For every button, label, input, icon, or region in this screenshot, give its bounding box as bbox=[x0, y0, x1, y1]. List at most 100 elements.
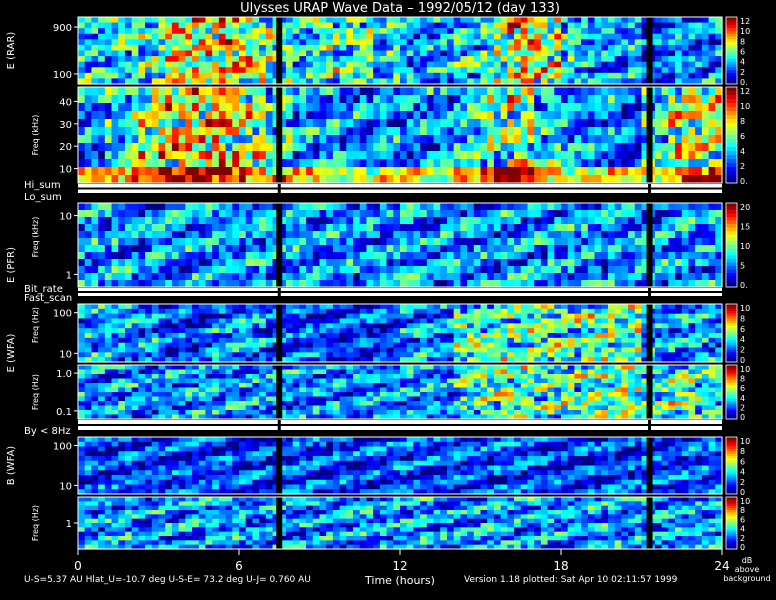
heatmap-cell bbox=[299, 313, 307, 320]
heatmap-cell bbox=[373, 87, 381, 96]
heatmap-cell bbox=[151, 224, 160, 232]
heatmap-cell bbox=[379, 175, 388, 184]
heatmap-cell bbox=[118, 39, 126, 46]
heatmap-cell bbox=[561, 159, 569, 168]
heatmap-cell bbox=[265, 28, 274, 35]
heatmap-cell bbox=[165, 238, 173, 246]
heatmap-cell bbox=[393, 323, 401, 329]
heatmap-cell bbox=[440, 266, 448, 274]
heatmap-cell bbox=[332, 50, 341, 57]
heatmap-cell bbox=[185, 378, 193, 384]
heatmap-cell bbox=[118, 396, 126, 402]
heatmap-cell bbox=[118, 72, 126, 80]
heatmap-cell bbox=[527, 352, 535, 358]
heatmap-cell bbox=[98, 318, 106, 324]
heatmap-cell bbox=[701, 245, 710, 253]
heatmap-cell bbox=[701, 313, 710, 320]
heatmap-cell bbox=[131, 273, 139, 281]
heatmap-cell bbox=[567, 333, 576, 339]
heatmap-cell bbox=[91, 374, 99, 380]
heatmap-cell bbox=[285, 50, 294, 57]
heatmap-cell bbox=[614, 203, 622, 211]
heatmap-cell bbox=[151, 67, 160, 74]
heatmap-cell bbox=[212, 323, 220, 329]
heatmap-cell bbox=[138, 323, 146, 329]
heatmap-cell bbox=[688, 333, 696, 339]
heatmap-cell bbox=[668, 44, 676, 52]
heatmap-cell bbox=[420, 273, 428, 281]
heatmap-cell bbox=[265, 231, 274, 239]
heatmap-cell bbox=[306, 28, 314, 35]
heatmap-cell bbox=[406, 50, 415, 57]
heatmap-cell bbox=[78, 175, 86, 184]
heatmap-cell bbox=[688, 39, 696, 46]
heatmap-cell bbox=[621, 44, 629, 52]
heatmap-cell bbox=[547, 280, 555, 288]
heatmap-cell bbox=[681, 245, 690, 253]
heatmap-cell bbox=[594, 333, 602, 339]
heatmap-cell bbox=[527, 67, 535, 74]
heatmap-cell bbox=[607, 151, 616, 160]
heatmap-cell bbox=[259, 224, 267, 232]
heatmap-cell bbox=[91, 159, 99, 168]
heatmap-cell bbox=[493, 50, 502, 57]
heatmap-cell bbox=[400, 28, 408, 35]
heatmap-cell bbox=[225, 308, 233, 315]
heatmap-cell bbox=[587, 28, 596, 35]
heatmap-cell bbox=[138, 56, 146, 63]
heatmap-cell bbox=[265, 308, 274, 315]
heatmap-cell bbox=[78, 167, 86, 176]
heatmap-cell bbox=[634, 143, 643, 152]
heatmap-cell bbox=[111, 313, 119, 320]
heatmap-cell bbox=[695, 238, 703, 246]
heatmap-cell bbox=[353, 33, 361, 40]
heatmap-cell bbox=[158, 252, 166, 260]
heatmap-cell bbox=[171, 374, 180, 380]
heatmap-cell bbox=[312, 203, 321, 211]
heatmap-cell bbox=[359, 304, 368, 310]
heatmap-cell bbox=[346, 217, 354, 225]
heatmap-cell bbox=[621, 103, 629, 112]
heatmap-cell bbox=[607, 280, 616, 288]
heatmap-cell bbox=[165, 337, 173, 344]
heatmap-cell bbox=[534, 313, 542, 320]
heatmap-cell bbox=[145, 17, 153, 24]
heatmap-cell bbox=[245, 313, 254, 320]
heatmap-cell bbox=[151, 175, 160, 184]
heatmap-cell bbox=[98, 238, 106, 246]
heatmap-cell bbox=[654, 266, 663, 274]
heatmap-cell bbox=[473, 151, 482, 160]
heatmap-cell bbox=[379, 308, 388, 315]
heatmap-cell bbox=[299, 280, 307, 288]
heatmap-cell bbox=[124, 365, 133, 371]
heatmap-cell bbox=[225, 328, 233, 334]
heatmap-cell bbox=[614, 143, 622, 152]
heatmap-cell bbox=[218, 22, 227, 29]
heatmap-cell bbox=[554, 167, 562, 176]
heatmap-cell bbox=[78, 95, 86, 104]
heatmap-cell bbox=[493, 203, 502, 211]
heatmap-cell bbox=[507, 44, 515, 52]
heatmap-cell bbox=[104, 175, 113, 184]
heatmap-cell bbox=[218, 159, 227, 168]
heatmap-cell bbox=[299, 111, 307, 120]
heatmap-cell bbox=[393, 151, 401, 160]
heatmap-cell bbox=[460, 337, 468, 344]
heatmap-cell bbox=[601, 313, 609, 320]
heatmap-cell bbox=[239, 28, 247, 35]
heatmap-cell bbox=[467, 22, 475, 29]
heatmap-cell bbox=[433, 280, 441, 288]
heatmap-cell bbox=[607, 111, 616, 120]
heatmap-cell bbox=[574, 313, 582, 320]
heatmap-cell bbox=[527, 87, 535, 96]
heatmap-cell bbox=[353, 127, 361, 136]
heatmap-cell bbox=[453, 143, 461, 152]
heatmap-cell bbox=[84, 308, 93, 315]
heatmap-cell bbox=[467, 143, 475, 152]
heatmap-cell bbox=[514, 245, 522, 253]
heatmap-cell bbox=[440, 67, 448, 74]
heatmap-cell bbox=[379, 252, 388, 260]
heatmap-cell bbox=[192, 396, 200, 402]
heatmap-cell bbox=[332, 135, 341, 144]
heatmap-cell bbox=[245, 203, 254, 211]
